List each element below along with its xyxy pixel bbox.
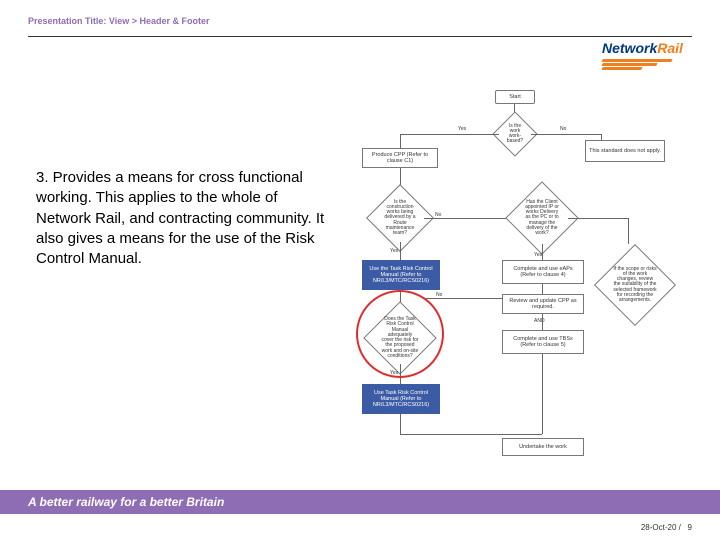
- flow-line: [426, 298, 502, 299]
- flow-line: [542, 244, 543, 260]
- flow-box-tbss: Complete and use TBSs (Refer to clause 5…: [502, 330, 584, 354]
- flow-label-yes2: Yes: [390, 248, 398, 254]
- flow-line: [568, 218, 628, 219]
- flow-line: [542, 314, 543, 330]
- flow-line: [628, 218, 629, 244]
- flow-line: [400, 242, 401, 260]
- flow-box-eaps: Complete and use eAPs (Refer to clause 4…: [502, 260, 584, 284]
- flow-line: [531, 134, 601, 135]
- footer-sep: /: [679, 523, 681, 532]
- flow-box-taskrisk1: Use the Task Risk Control Manual (Refer …: [362, 260, 440, 290]
- header-divider: [28, 36, 692, 37]
- flow-label-yes: Yes: [458, 126, 466, 132]
- flow-decision-scope: If the scope or risks of the work change…: [594, 244, 676, 326]
- flow-line: [601, 134, 602, 140]
- logo-word-1: Network: [602, 40, 657, 56]
- presentation-title: Presentation Title: View > Header & Foot…: [28, 16, 209, 26]
- flow-box-noapply: This standard does not apply.: [585, 140, 665, 162]
- footer-date-page: 28-Oct-20 / 9: [641, 523, 692, 532]
- flow-start: Start: [495, 90, 535, 104]
- flow-line: [400, 134, 499, 135]
- footer-tagline: A better railway for a better Britain: [28, 495, 224, 509]
- flow-line: [542, 284, 543, 294]
- flow-box-undertake: Undertake the work: [502, 438, 584, 456]
- footer-date: 28-Oct-20: [641, 523, 677, 532]
- flow-line: [424, 218, 512, 219]
- flow-label-yes3: Yes: [534, 252, 542, 258]
- flow-box-cpp: Produce CPP (Refer to clause C1): [362, 148, 438, 168]
- network-rail-logo: NetworkRail: [602, 40, 692, 70]
- flow-line: [542, 354, 543, 434]
- flow-box-review: Review and update CPP as required.: [502, 294, 584, 314]
- flow-box-taskrisk2: Use Task Risk Control Manual (Refer to N…: [362, 384, 440, 414]
- flow-line: [400, 134, 401, 148]
- red-highlight-circle: [356, 290, 444, 378]
- flow-label-no: No: [560, 126, 566, 132]
- flow-line: [400, 434, 542, 435]
- logo-swoosh-icon: [602, 59, 674, 69]
- footer-bar: A better railway for a better Britain: [0, 490, 720, 514]
- logo-word-2: Rail: [657, 40, 683, 56]
- footer-page: 9: [688, 523, 692, 532]
- flowchart-image: Start Is the work work-based? Yes No Thi…: [340, 90, 680, 490]
- body-paragraph: 3. Provides a means for cross functional…: [36, 168, 336, 269]
- slide-root: Presentation Title: View > Header & Foot…: [0, 0, 720, 540]
- flow-line: [400, 414, 401, 434]
